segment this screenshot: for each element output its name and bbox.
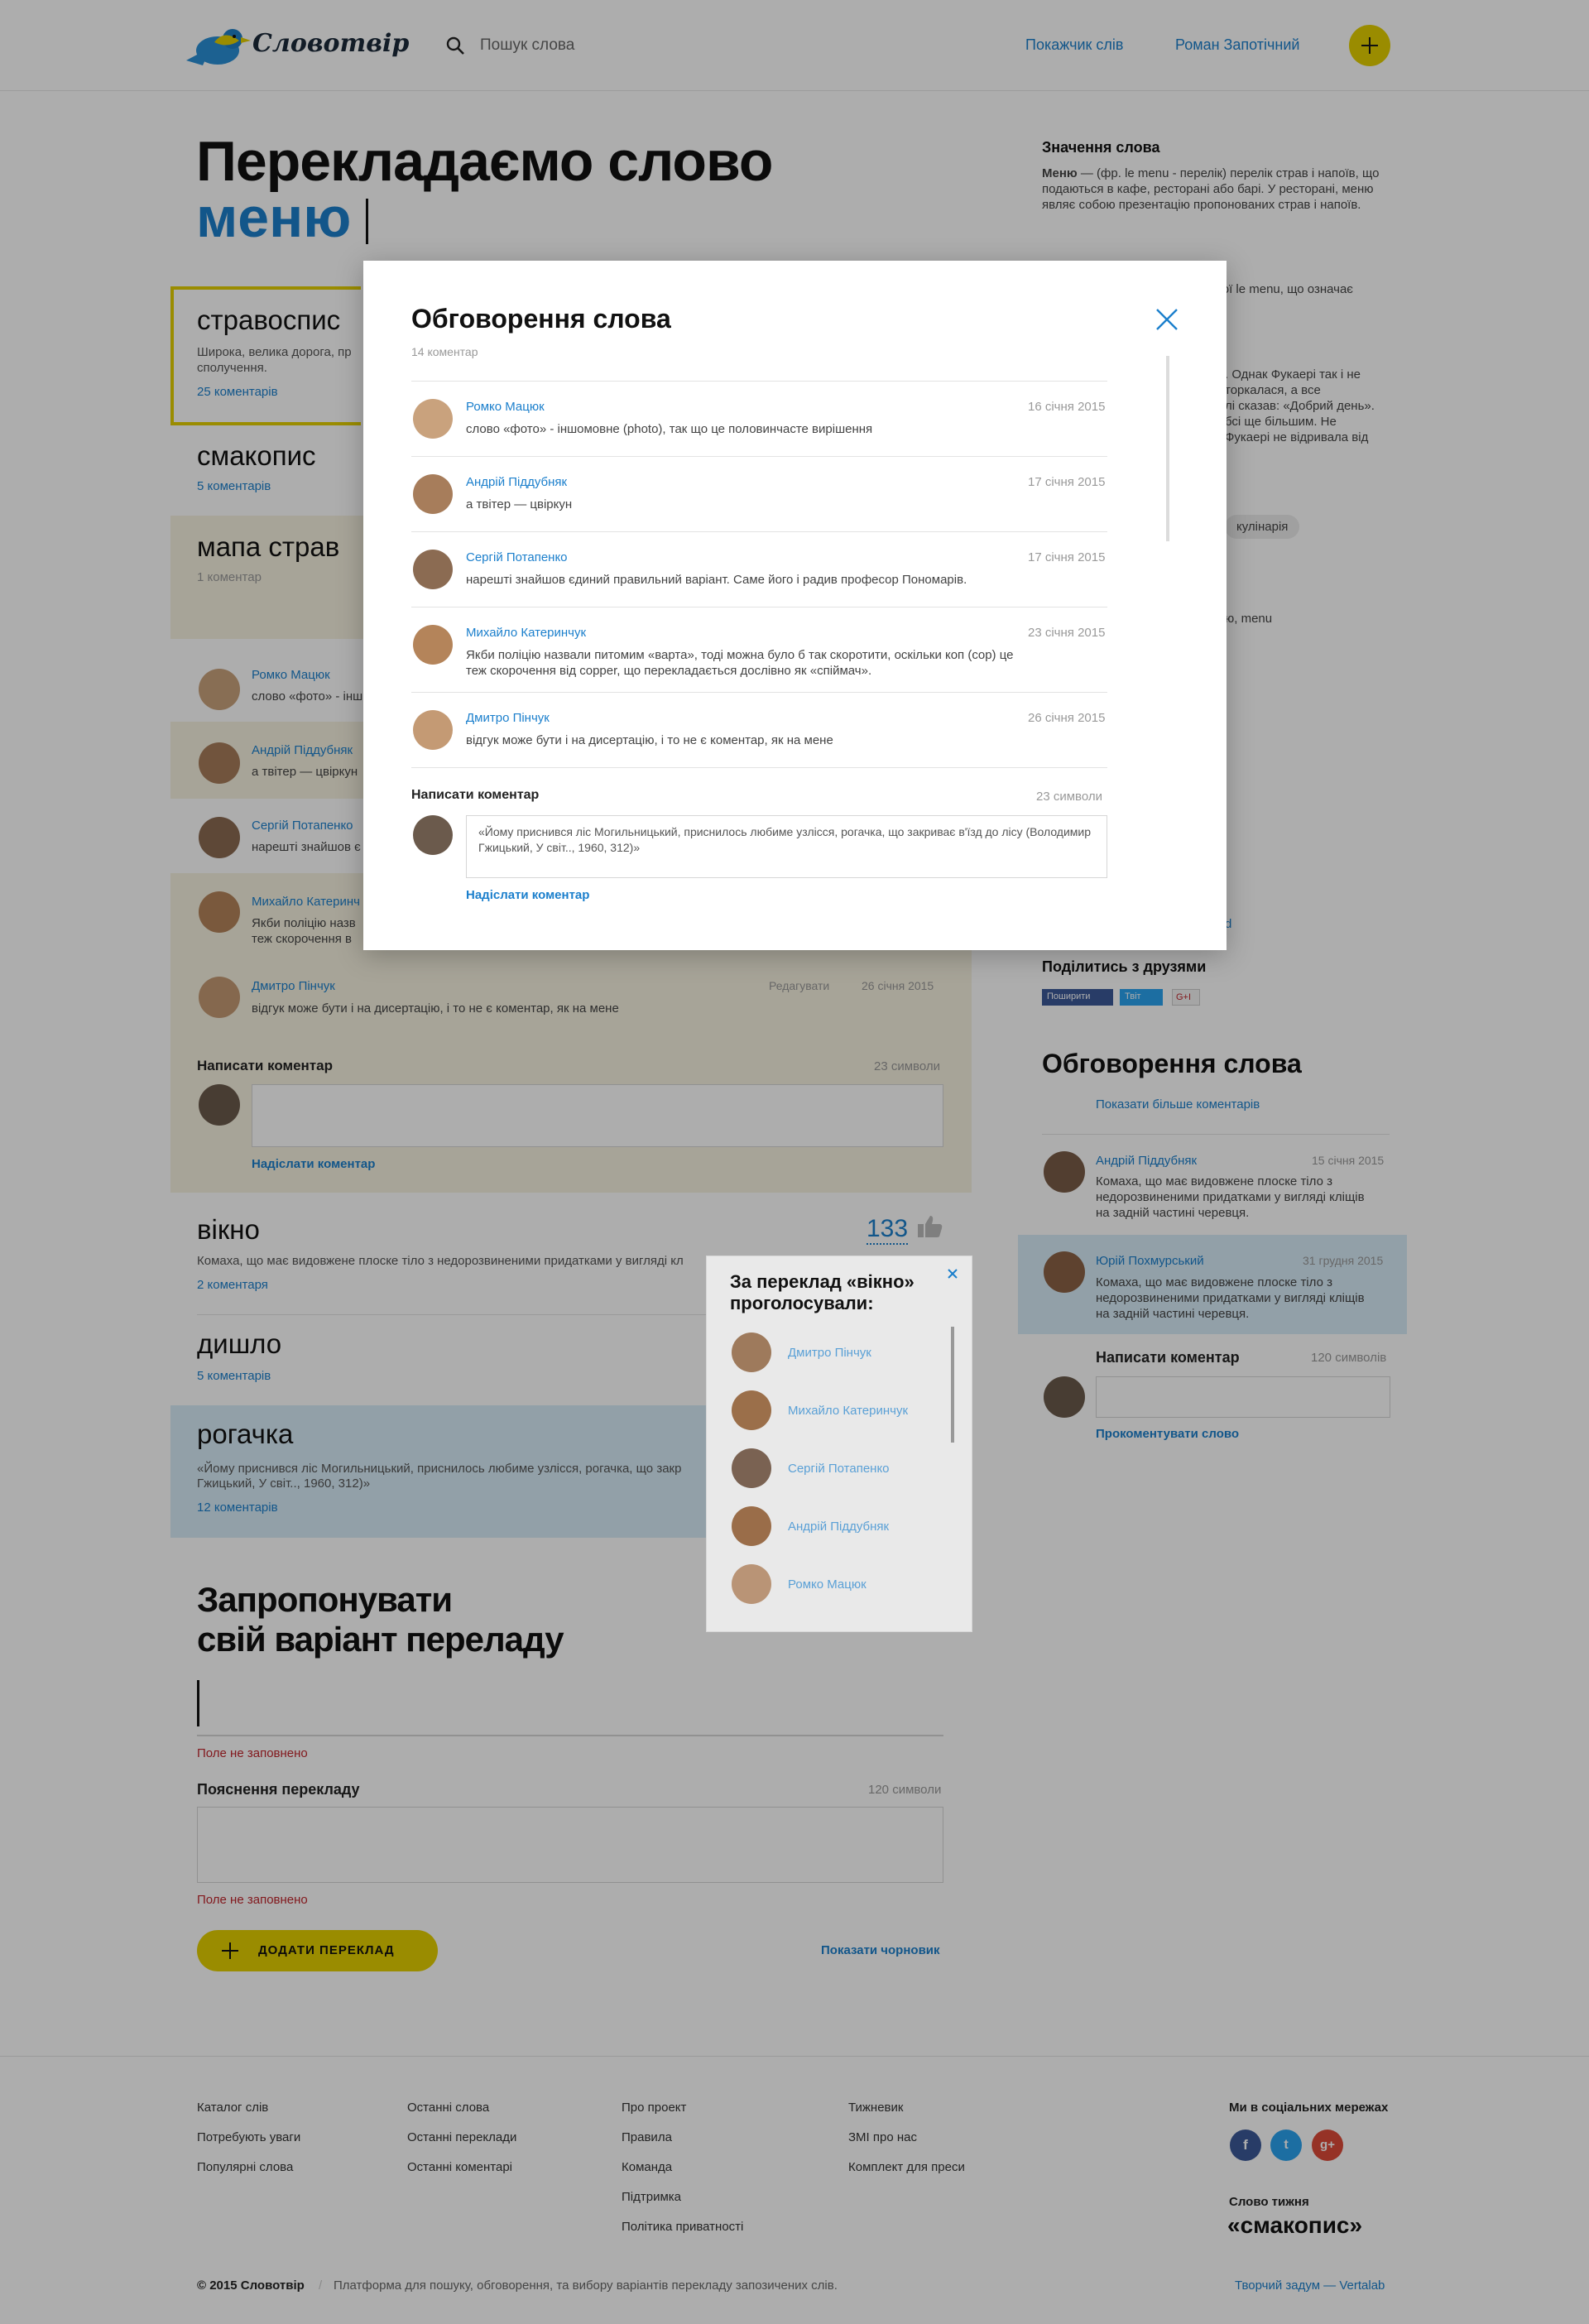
discussion-modal: Обговорення слова 14 коментар Ромко Мацю… <box>363 261 1227 950</box>
voter-name[interactable]: Михайло Катеринчук <box>788 1404 908 1418</box>
avatar <box>413 710 453 750</box>
comment-count: 14 коментар <box>411 345 478 358</box>
my-avatar <box>413 815 453 855</box>
divider <box>411 531 1107 532</box>
voter-name[interactable]: Сергій Потапенко <box>788 1462 890 1476</box>
comment-date: 17 січня 2015 <box>1028 550 1106 564</box>
avatar <box>413 474 453 514</box>
send-comment-button[interactable]: Надіслати коментар <box>466 888 589 902</box>
char-counter: 23 символи <box>1036 790 1102 804</box>
scrollbar[interactable] <box>1166 356 1169 541</box>
comment-author[interactable]: Сергій Потапенко <box>466 550 568 564</box>
modal-title: Обговорення слова <box>411 304 671 334</box>
avatar <box>413 550 453 589</box>
comment-text: теж скорочення від copper, що перекладає… <box>466 664 872 678</box>
scrollbar[interactable] <box>951 1327 954 1443</box>
divider <box>411 456 1107 457</box>
avatar <box>732 1564 771 1604</box>
comment-author[interactable]: Ромко Мацюк <box>466 400 545 414</box>
avatar <box>413 625 453 665</box>
comment-author[interactable]: Михайло Катеринчук <box>466 626 586 640</box>
comment-text: нарешті знайшов єдиний правильний варіан… <box>466 573 967 587</box>
close-icon[interactable] <box>947 1268 958 1280</box>
comment-date: 23 січня 2015 <box>1028 626 1106 640</box>
avatar <box>413 399 453 439</box>
popover-title: проголосували: <box>730 1293 874 1313</box>
comment-date: 16 січня 2015 <box>1028 400 1106 414</box>
comment-text: а твітер — цвіркун <box>466 497 573 511</box>
comment-text: Якби поліцію назвали питомим «варта», то… <box>466 648 1014 662</box>
write-comment-label: Написати коментар <box>411 788 540 802</box>
voter-name[interactable]: Дмитро Пінчук <box>788 1346 871 1360</box>
comment-text: відгук може бути і на дисертацію, і то н… <box>466 733 833 747</box>
comment-author[interactable]: Дмитро Пінчук <box>466 711 550 725</box>
voter-name[interactable]: Ромко Мацюк <box>788 1577 867 1592</box>
comment-text: слово «фото» - іншомовне (photo), так що… <box>466 422 873 436</box>
divider <box>411 692 1107 693</box>
comment-date: 26 січня 2015 <box>1028 711 1106 725</box>
comment-date: 17 січня 2015 <box>1028 475 1106 489</box>
divider <box>411 767 1107 768</box>
avatar <box>732 1332 771 1372</box>
popover-title: За переклад «вікно» <box>730 1271 915 1292</box>
voter-name[interactable]: Андрій Піддубняк <box>788 1520 889 1534</box>
close-icon[interactable] <box>1155 308 1179 331</box>
avatar <box>732 1390 771 1430</box>
voters-popover: За переклад «вікно» проголосували: Дмитр… <box>706 1256 972 1632</box>
avatar <box>732 1506 771 1546</box>
comment-author[interactable]: Андрій Піддубняк <box>466 475 567 489</box>
avatar <box>732 1448 771 1488</box>
modal-comment-textarea[interactable]: «Йому приснився ліс Могильницький, присн… <box>466 815 1107 878</box>
divider <box>411 381 1107 382</box>
